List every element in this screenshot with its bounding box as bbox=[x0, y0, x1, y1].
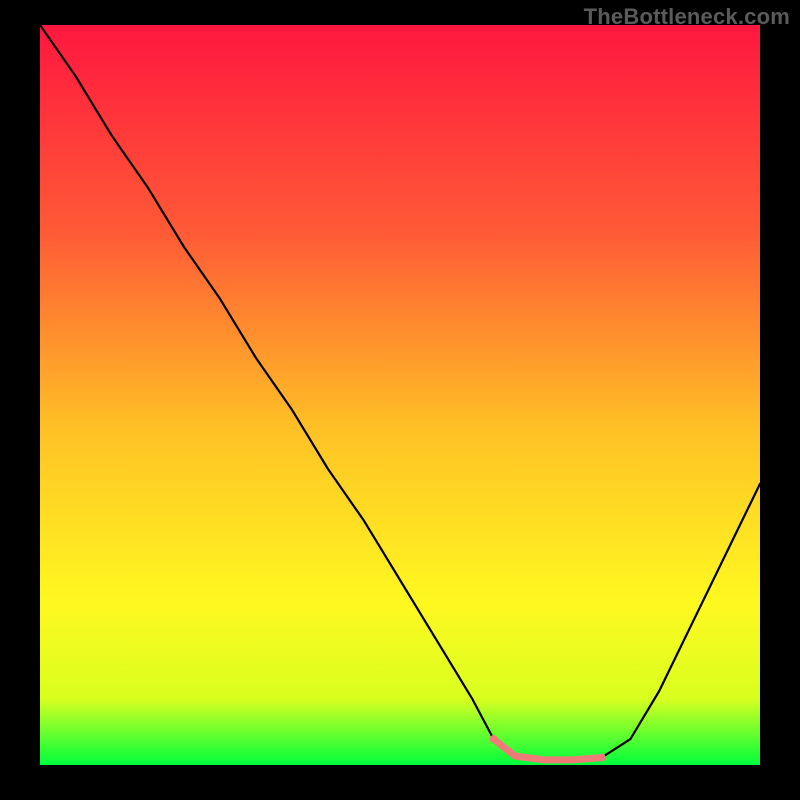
watermark-label: TheBottleneck.com bbox=[584, 4, 790, 30]
plot-background bbox=[40, 25, 760, 765]
chart-svg bbox=[0, 0, 800, 800]
chart-frame: TheBottleneck.com bbox=[0, 0, 800, 800]
